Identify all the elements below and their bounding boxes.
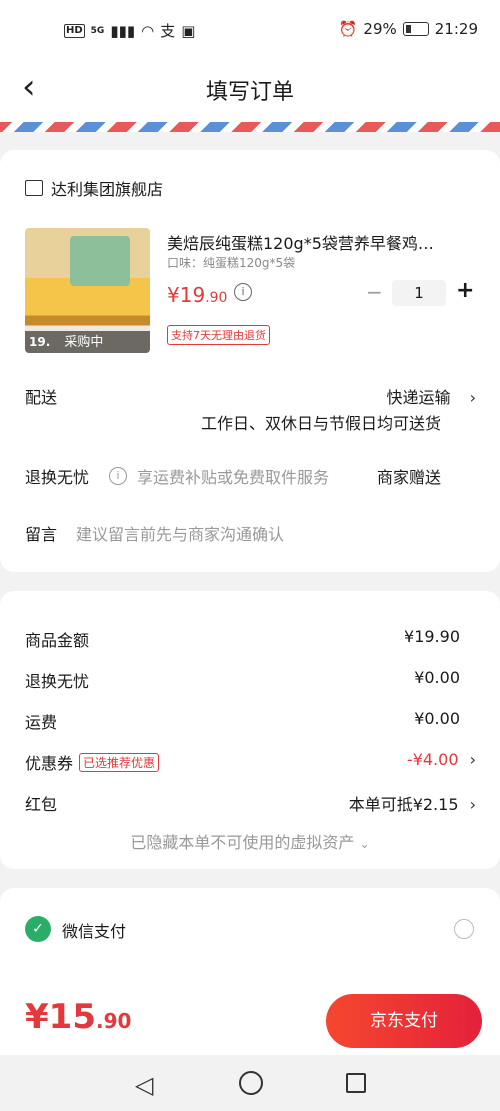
alipay-icon: 支: [160, 22, 176, 40]
product-package: [70, 236, 130, 286]
message-label: 留言: [25, 525, 58, 544]
return-policy-badge: 支持7天无理由退货: [167, 325, 270, 345]
coupon-value: -¥4.00: [406, 750, 459, 769]
hd-icon: HD: [64, 23, 85, 38]
quantity-field[interactable]: 1: [392, 280, 446, 306]
system-nav-bar: ◁: [0, 1055, 500, 1111]
store-icon: [25, 180, 43, 196]
price-int: ¥19: [167, 283, 206, 307]
delivery-label: 配送: [25, 388, 58, 407]
battery-icon: [402, 22, 429, 36]
page-title: 填写订单: [205, 80, 294, 105]
wechat-pay-icon: ✓: [25, 916, 51, 942]
envelope-stripe: [0, 122, 500, 132]
shipping-label: 运费: [25, 713, 58, 732]
alarm-icon: ⏰: [338, 20, 358, 38]
recent-apps-icon[interactable]: [346, 1073, 366, 1093]
notification-icon: ▣: [181, 21, 196, 40]
return-fee-label: 退换无忧: [25, 672, 90, 691]
return-service-value: 商家赠送: [376, 468, 441, 487]
message-input[interactable]: 建议留言前先与商家沟通确认: [76, 521, 284, 545]
coupon-label-row: 优惠券 已选推荐优惠: [25, 750, 160, 774]
back-triangle-icon[interactable]: ◁: [135, 1071, 153, 1099]
network-label: 5G: [90, 25, 105, 36]
wifi-icon: ◠: [141, 21, 155, 40]
return-fee-value: ¥0.00: [414, 668, 460, 687]
shipping-value: ¥0.00: [414, 709, 460, 728]
pay-button[interactable]: 京东支付: [326, 994, 482, 1048]
summary-card: 商品金额 ¥19.90 退换无忧 ¥0.00 运费 ¥0.00 优惠券 已选推荐…: [0, 591, 500, 869]
thumb-price: 19.: [29, 335, 51, 349]
chevron-right-icon: ›: [469, 388, 476, 407]
status-left: HD 5G ▮▮▮ ◠ 支 ▣: [64, 20, 195, 41]
chevron-right-icon: ›: [469, 795, 476, 814]
redpacket-label: 红包: [25, 795, 58, 814]
return-service-desc: 享运费补贴或免费取件服务: [137, 468, 330, 487]
minus-button[interactable]: −: [366, 280, 383, 304]
return-service-label: 退换无忧: [25, 468, 90, 487]
status-right: ⏰ 29% 21:29: [339, 20, 478, 38]
goods-label: 商品金额: [25, 631, 90, 650]
store-row[interactable]: 达利集团旗舰店: [25, 176, 163, 200]
wechat-pay-label[interactable]: 微信支付: [62, 918, 126, 942]
delivery-method[interactable]: 快递运输 ›: [386, 384, 476, 408]
total-dec: .90: [95, 1009, 132, 1033]
return-info-icon: i: [109, 467, 127, 485]
signal-icon: ▮▮▮: [110, 21, 136, 40]
total-int: ¥15: [25, 997, 96, 1037]
home-circle-icon[interactable]: [239, 1071, 263, 1095]
chevron-right-icon: ›: [469, 750, 476, 769]
thumb-tag: 19. 采购中: [25, 331, 150, 353]
goods-value: ¥19.90: [404, 627, 460, 646]
hidden-assets-text: 已隐藏本单不可使用的虚拟资产: [130, 833, 355, 852]
hidden-assets-toggle[interactable]: 已隐藏本单不可使用的虚拟资产 ⌄: [0, 829, 500, 853]
delivery-method-text: 快递运输: [386, 388, 451, 407]
delivery-note: 工作日、双休日与节假日均可送货: [200, 414, 441, 433]
order-card: 达利集团旗舰店 19. 采购中 美焙辰纯蛋糕120g*5袋营养早餐鸡… 口味：纯…: [0, 150, 500, 572]
battery-percent: 29%: [363, 20, 397, 38]
plus-button[interactable]: +: [456, 278, 474, 303]
coupon-tag: 已选推荐优惠: [79, 752, 160, 772]
coupon-value-row[interactable]: -¥4.00 ›: [407, 750, 476, 769]
status-bar: HD 5G ▮▮▮ ◠ 支 ▣ ⏰ 29% 21:29: [0, 0, 500, 60]
coupon-label: 优惠券: [25, 754, 74, 773]
total-price: ¥15.90: [25, 997, 131, 1037]
purchasing-label: 采购中: [64, 335, 104, 350]
clock: 21:29: [434, 20, 478, 38]
checkout-bar: ¥15.90 京东支付: [0, 985, 500, 1055]
product-image[interactable]: 19. 采购中: [25, 228, 150, 353]
wechat-pay-radio[interactable]: [454, 919, 474, 939]
info-icon[interactable]: i: [234, 283, 252, 301]
price-dec: .90: [205, 290, 228, 306]
store-name: 达利集团旗舰店: [51, 180, 164, 199]
product-spec[interactable]: 口味：纯蛋糕120g*5袋: [167, 254, 295, 271]
nav-bar: ‹ 填写订单: [0, 60, 500, 122]
return-service-info[interactable]: i 享运费补贴或免费取件服务: [109, 464, 329, 488]
redpacket-value-row[interactable]: 本单可抵¥2.15 ›: [349, 791, 476, 815]
product-price: ¥19.90: [167, 283, 227, 307]
redpacket-value: 本单可抵¥2.15: [348, 795, 459, 814]
product-name[interactable]: 美焙辰纯蛋糕120g*5袋营养早餐鸡…: [167, 230, 467, 254]
chevron-down-icon: ⌄: [359, 837, 370, 851]
